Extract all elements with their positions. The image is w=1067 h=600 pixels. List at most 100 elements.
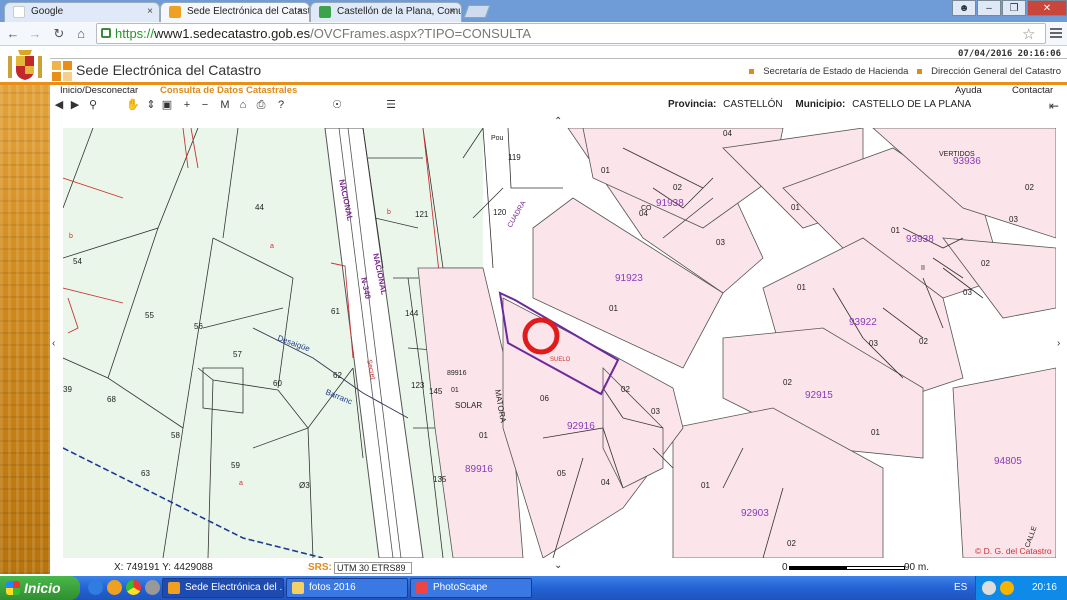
clock: 20:16: [1031, 582, 1057, 593]
label-parcel-55: 55: [145, 311, 154, 320]
bullet-icon: [749, 68, 755, 74]
folder-icon: [292, 582, 304, 594]
back-arrow-icon[interactable]: ←: [4, 25, 22, 43]
zoom-out-icon[interactable]: −: [198, 98, 212, 112]
forward-arrow-icon[interactable]: →: [26, 25, 44, 43]
label-parcel-145: 145: [429, 387, 443, 396]
label-parcel-63: 63: [141, 469, 150, 478]
internet-explorer-icon[interactable]: [88, 580, 103, 595]
site-nav: Inicio/Desconectar Consulta de Datos Cat…: [50, 84, 1067, 97]
municipio-value: CASTELLO DE LA PLANA: [852, 99, 972, 110]
tab-title: Sede Electrónica del Catastro: [187, 6, 310, 17]
scale-start: 0: [782, 562, 788, 573]
next-view-icon[interactable]: ▶: [68, 98, 82, 112]
label-01: 01: [797, 283, 806, 292]
label-solar: SOLAR: [455, 401, 482, 410]
spain-coat-of-arms-icon: [8, 50, 42, 80]
zoom-slider-icon[interactable]: ⇕: [144, 98, 158, 112]
pan-north-icon[interactable]: ⌃: [554, 116, 562, 127]
task-catastro[interactable]: Sede Electrónica del ...: [162, 578, 284, 598]
pan-east-icon[interactable]: ›: [1057, 338, 1060, 349]
label-02: 02: [673, 183, 682, 192]
browser-menu-icon[interactable]: [1050, 26, 1062, 40]
link-direccion-general[interactable]: Dirección General del Catastro: [917, 66, 1061, 77]
minimize-icon[interactable]: –: [977, 0, 1001, 16]
tray-app-icon[interactable]: [1000, 581, 1014, 595]
tab-maps[interactable]: Castellón de la Plana, Comu ×: [310, 2, 462, 22]
task-photoscape[interactable]: PhotoScape: [410, 578, 532, 598]
decorative-side-strip: [0, 85, 50, 574]
nav-contactar[interactable]: Contactar: [1012, 84, 1053, 97]
zoom-search-icon[interactable]: ⚲: [86, 98, 100, 112]
task-fotos[interactable]: fotos 2016: [286, 578, 408, 598]
previous-view-icon[interactable]: ◀: [52, 98, 66, 112]
srs-select[interactable]: UTM 30 ETRS89 ▾: [334, 562, 412, 583]
close-tab-icon[interactable]: ×: [297, 6, 303, 17]
label-parcel-44: 44: [255, 203, 264, 212]
user-icon[interactable]: ☻: [952, 0, 976, 16]
scale-bar: [789, 566, 905, 570]
quick-launch: [88, 580, 160, 595]
url-bar[interactable]: https://www1.sedecatastro.gob.es/OVCFram…: [96, 23, 1046, 44]
label-parcel-144: 144: [405, 309, 419, 318]
windows-logo-icon: [6, 581, 20, 595]
firefox-icon[interactable]: [107, 580, 122, 595]
info-point-icon[interactable]: ☉: [330, 98, 344, 112]
maximize-icon[interactable]: ❐: [1002, 0, 1026, 16]
label-ii: II: [921, 265, 925, 272]
label-block-94805: 94805: [994, 456, 1022, 467]
close-tab-icon[interactable]: ×: [449, 6, 455, 17]
close-window-icon[interactable]: ✕: [1027, 0, 1067, 16]
label-02: 02: [1025, 183, 1034, 192]
zoom-in-icon[interactable]: +: [180, 98, 194, 112]
map-canvas: 119 Pou 121 120 44 54 55 56 57 60 61 62 …: [63, 128, 1056, 558]
windows-taskbar: Inicio Sede Electrónica del ... fotos 20…: [0, 576, 1067, 600]
layers-icon[interactable]: ☰: [384, 98, 398, 112]
label-parcel-60: 60: [273, 379, 282, 388]
label-01: 01: [609, 304, 618, 313]
start-button[interactable]: Inicio: [0, 576, 80, 600]
measure-icon[interactable]: M: [218, 98, 232, 112]
tab-title: Castellón de la Plana, Comu: [337, 6, 462, 17]
label-02: 02: [787, 539, 796, 548]
label-01: 01: [791, 203, 800, 212]
nav-login[interactable]: Inicio/Desconectar: [60, 84, 138, 97]
site-title: Sede Electrónica del Catastro: [76, 62, 262, 78]
close-tab-icon[interactable]: ×: [147, 6, 153, 17]
label-parcel-58: 58: [171, 431, 180, 440]
reload-icon[interactable]: ↻: [50, 25, 68, 43]
new-tab-button[interactable]: [463, 5, 491, 18]
label-03: 03: [869, 339, 878, 348]
lock-icon: [101, 28, 111, 38]
nav-ayuda[interactable]: Ayuda: [955, 84, 982, 97]
home-view-icon[interactable]: ⌂: [236, 98, 250, 112]
google-favicon-icon: [13, 6, 25, 18]
tab-catastro[interactable]: Sede Electrónica del Catastro ×: [160, 2, 310, 22]
bookmark-star-icon[interactable]: ☆: [1022, 25, 1035, 43]
exit-icon[interactable]: ⇤: [1049, 99, 1059, 113]
srs-label: SRS:: [308, 562, 332, 573]
pan-hand-icon[interactable]: ✋: [126, 98, 140, 112]
show-desktop-icon[interactable]: [145, 580, 160, 595]
label-02: 02: [621, 385, 630, 394]
language-indicator[interactable]: ES: [954, 576, 967, 600]
rustic-area: [63, 128, 483, 558]
label-04: 04: [639, 209, 648, 218]
print-icon[interactable]: ⎙: [254, 98, 268, 112]
cadastral-map[interactable]: 119 Pou 121 120 44 54 55 56 57 60 61 62 …: [63, 128, 1056, 558]
municipio-label: Municipio:: [795, 99, 846, 110]
label-a: a: [270, 243, 274, 250]
zoom-box-icon[interactable]: ▣: [160, 98, 174, 112]
label-parcel-123: 123: [411, 381, 425, 390]
home-icon[interactable]: ⌂: [72, 25, 90, 43]
pan-west-icon[interactable]: ‹: [52, 338, 55, 349]
header-links: Secretaría de Estado de Hacienda Direcci…: [743, 66, 1061, 77]
chrome-icon[interactable]: [126, 580, 141, 595]
link-secretaria[interactable]: Secretaría de Estado de Hacienda: [749, 66, 908, 77]
tab-google[interactable]: Google ×: [4, 2, 160, 22]
help-icon[interactable]: ?: [274, 98, 288, 112]
nav-consulta[interactable]: Consulta de Datos Catastrales: [160, 84, 297, 97]
label-b: b: [69, 233, 73, 240]
label-b: b: [387, 209, 391, 216]
back-arrow-icon[interactable]: [982, 581, 996, 595]
